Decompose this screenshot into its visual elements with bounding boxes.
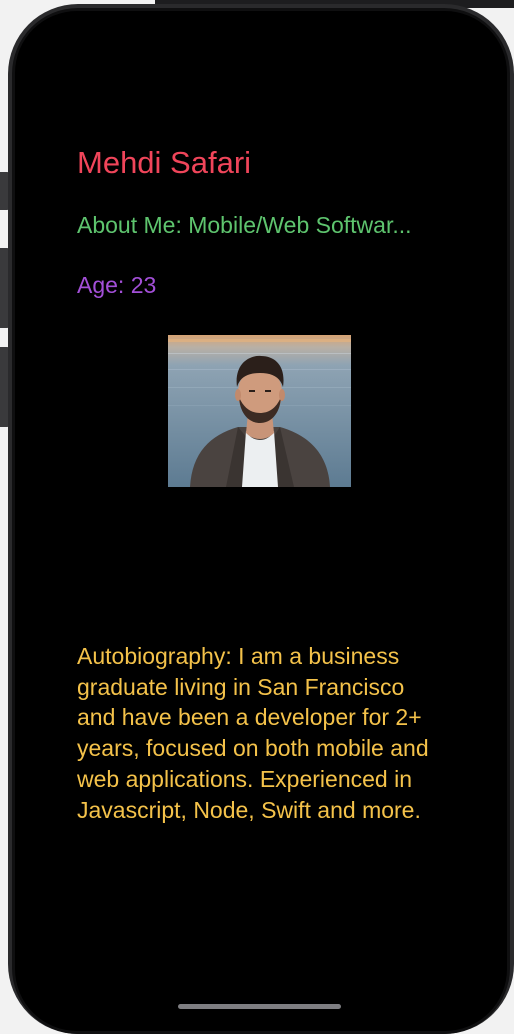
autobiography-text: Autobiography: I am a business graduate …	[77, 643, 429, 823]
age-text: Age: 23	[77, 272, 157, 298]
device-bezel: Mehdi Safari About Me: Mobile/Web Softwa…	[12, 8, 510, 1034]
simulator-stage: Mehdi Safari About Me: Mobile/Web Softwa…	[0, 0, 514, 1034]
home-indicator[interactable]	[178, 1004, 341, 1009]
profile-name: Mehdi Safari	[77, 145, 252, 180]
profile-photo	[168, 335, 351, 487]
app-screen: Mehdi Safari About Me: Mobile/Web Softwa…	[15, 11, 507, 1031]
device-frame: Mehdi Safari About Me: Mobile/Web Softwa…	[8, 4, 514, 1034]
about-me-text: About Me: Mobile/Web Softwar...	[77, 212, 412, 238]
